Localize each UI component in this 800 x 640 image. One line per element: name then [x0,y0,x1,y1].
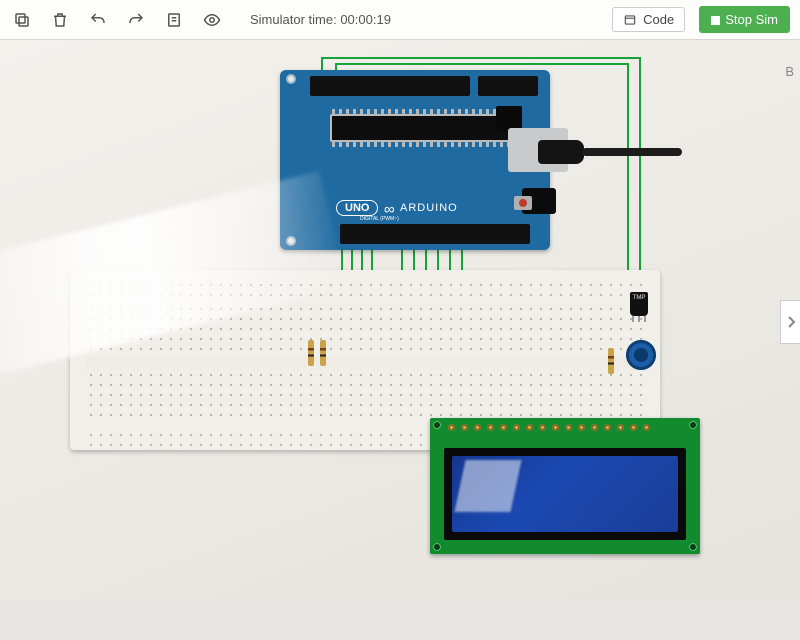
mounting-hole [433,543,441,551]
stop-simulation-button[interactable]: Stop Sim [699,6,790,33]
trash-icon [51,11,69,29]
arduino-digital-header[interactable] [340,224,530,244]
mounting-hole [286,236,296,246]
resistor[interactable] [608,348,614,374]
usb-plug [538,140,584,164]
resistor[interactable] [320,340,326,366]
code-button[interactable]: Code [612,7,685,32]
lcd-16x2-module[interactable] [430,418,700,554]
simulator-time-value: 00:00:19 [340,12,391,27]
mounting-hole [689,421,697,429]
arduino-analog-header[interactable] [310,76,470,96]
sidebar-hint: B [785,64,794,79]
arduino-model-label: UNO [336,200,378,216]
redo-icon [127,11,145,29]
simulator-time: Simulator time: 00:00:19 [250,12,391,27]
arduino-power-header[interactable] [478,76,538,96]
breadboard-center-gap [86,356,644,370]
tmp-temperature-sensor[interactable]: TMP [630,292,648,316]
top-toolbar: Simulator time: 00:00:19 Code Stop Sim [0,0,800,40]
mounting-hole [433,421,441,429]
chevron-right-icon [786,315,796,329]
undo-icon [89,11,107,29]
usb-cable[interactable] [538,132,618,172]
lcd-pin-row[interactable] [448,424,650,431]
copy-icon-button[interactable] [10,8,34,32]
arduino-brand-label: ARDUINO [400,202,458,214]
undo-button[interactable] [86,8,110,32]
redo-button[interactable] [124,8,148,32]
stop-icon [711,16,720,25]
potentiometer[interactable] [626,340,656,370]
notes-button[interactable] [162,8,186,32]
arduino-uno-board[interactable]: UNO ∞ ARDUINO DIGITAL (PWM~) [280,70,550,250]
note-icon [165,11,183,29]
arduino-reset-button[interactable] [514,196,532,210]
resistor[interactable] [308,340,314,366]
lcd-bezel [444,448,686,540]
arduino-digital-label: DIGITAL (PWM~) [360,216,399,222]
visibility-button[interactable] [200,8,224,32]
copy-icon [13,11,31,29]
breadboard-power-rail-top[interactable] [86,278,644,298]
lcd-screen [452,456,678,532]
expand-components-panel-button[interactable] [780,300,800,344]
stop-button-label: Stop Sim [725,12,778,27]
breadboard-terminal-strip-bottom[interactable] [86,370,644,422]
delete-button[interactable] [48,8,72,32]
arduino-mcu-chip [330,114,510,142]
mounting-hole [689,543,697,551]
simulator-time-label: Simulator time: [250,12,337,27]
usb-cord [582,148,682,156]
circuit-canvas[interactable]: UNO ∞ ARDUINO DIGITAL (PWM~) TMP [0,40,800,600]
eye-icon [203,11,221,29]
tmp-label: TMP [633,295,646,301]
code-button-label: Code [643,12,674,27]
code-icon [623,13,637,27]
breadboard-terminal-strip-top[interactable] [86,304,644,356]
mounting-hole [286,74,296,84]
